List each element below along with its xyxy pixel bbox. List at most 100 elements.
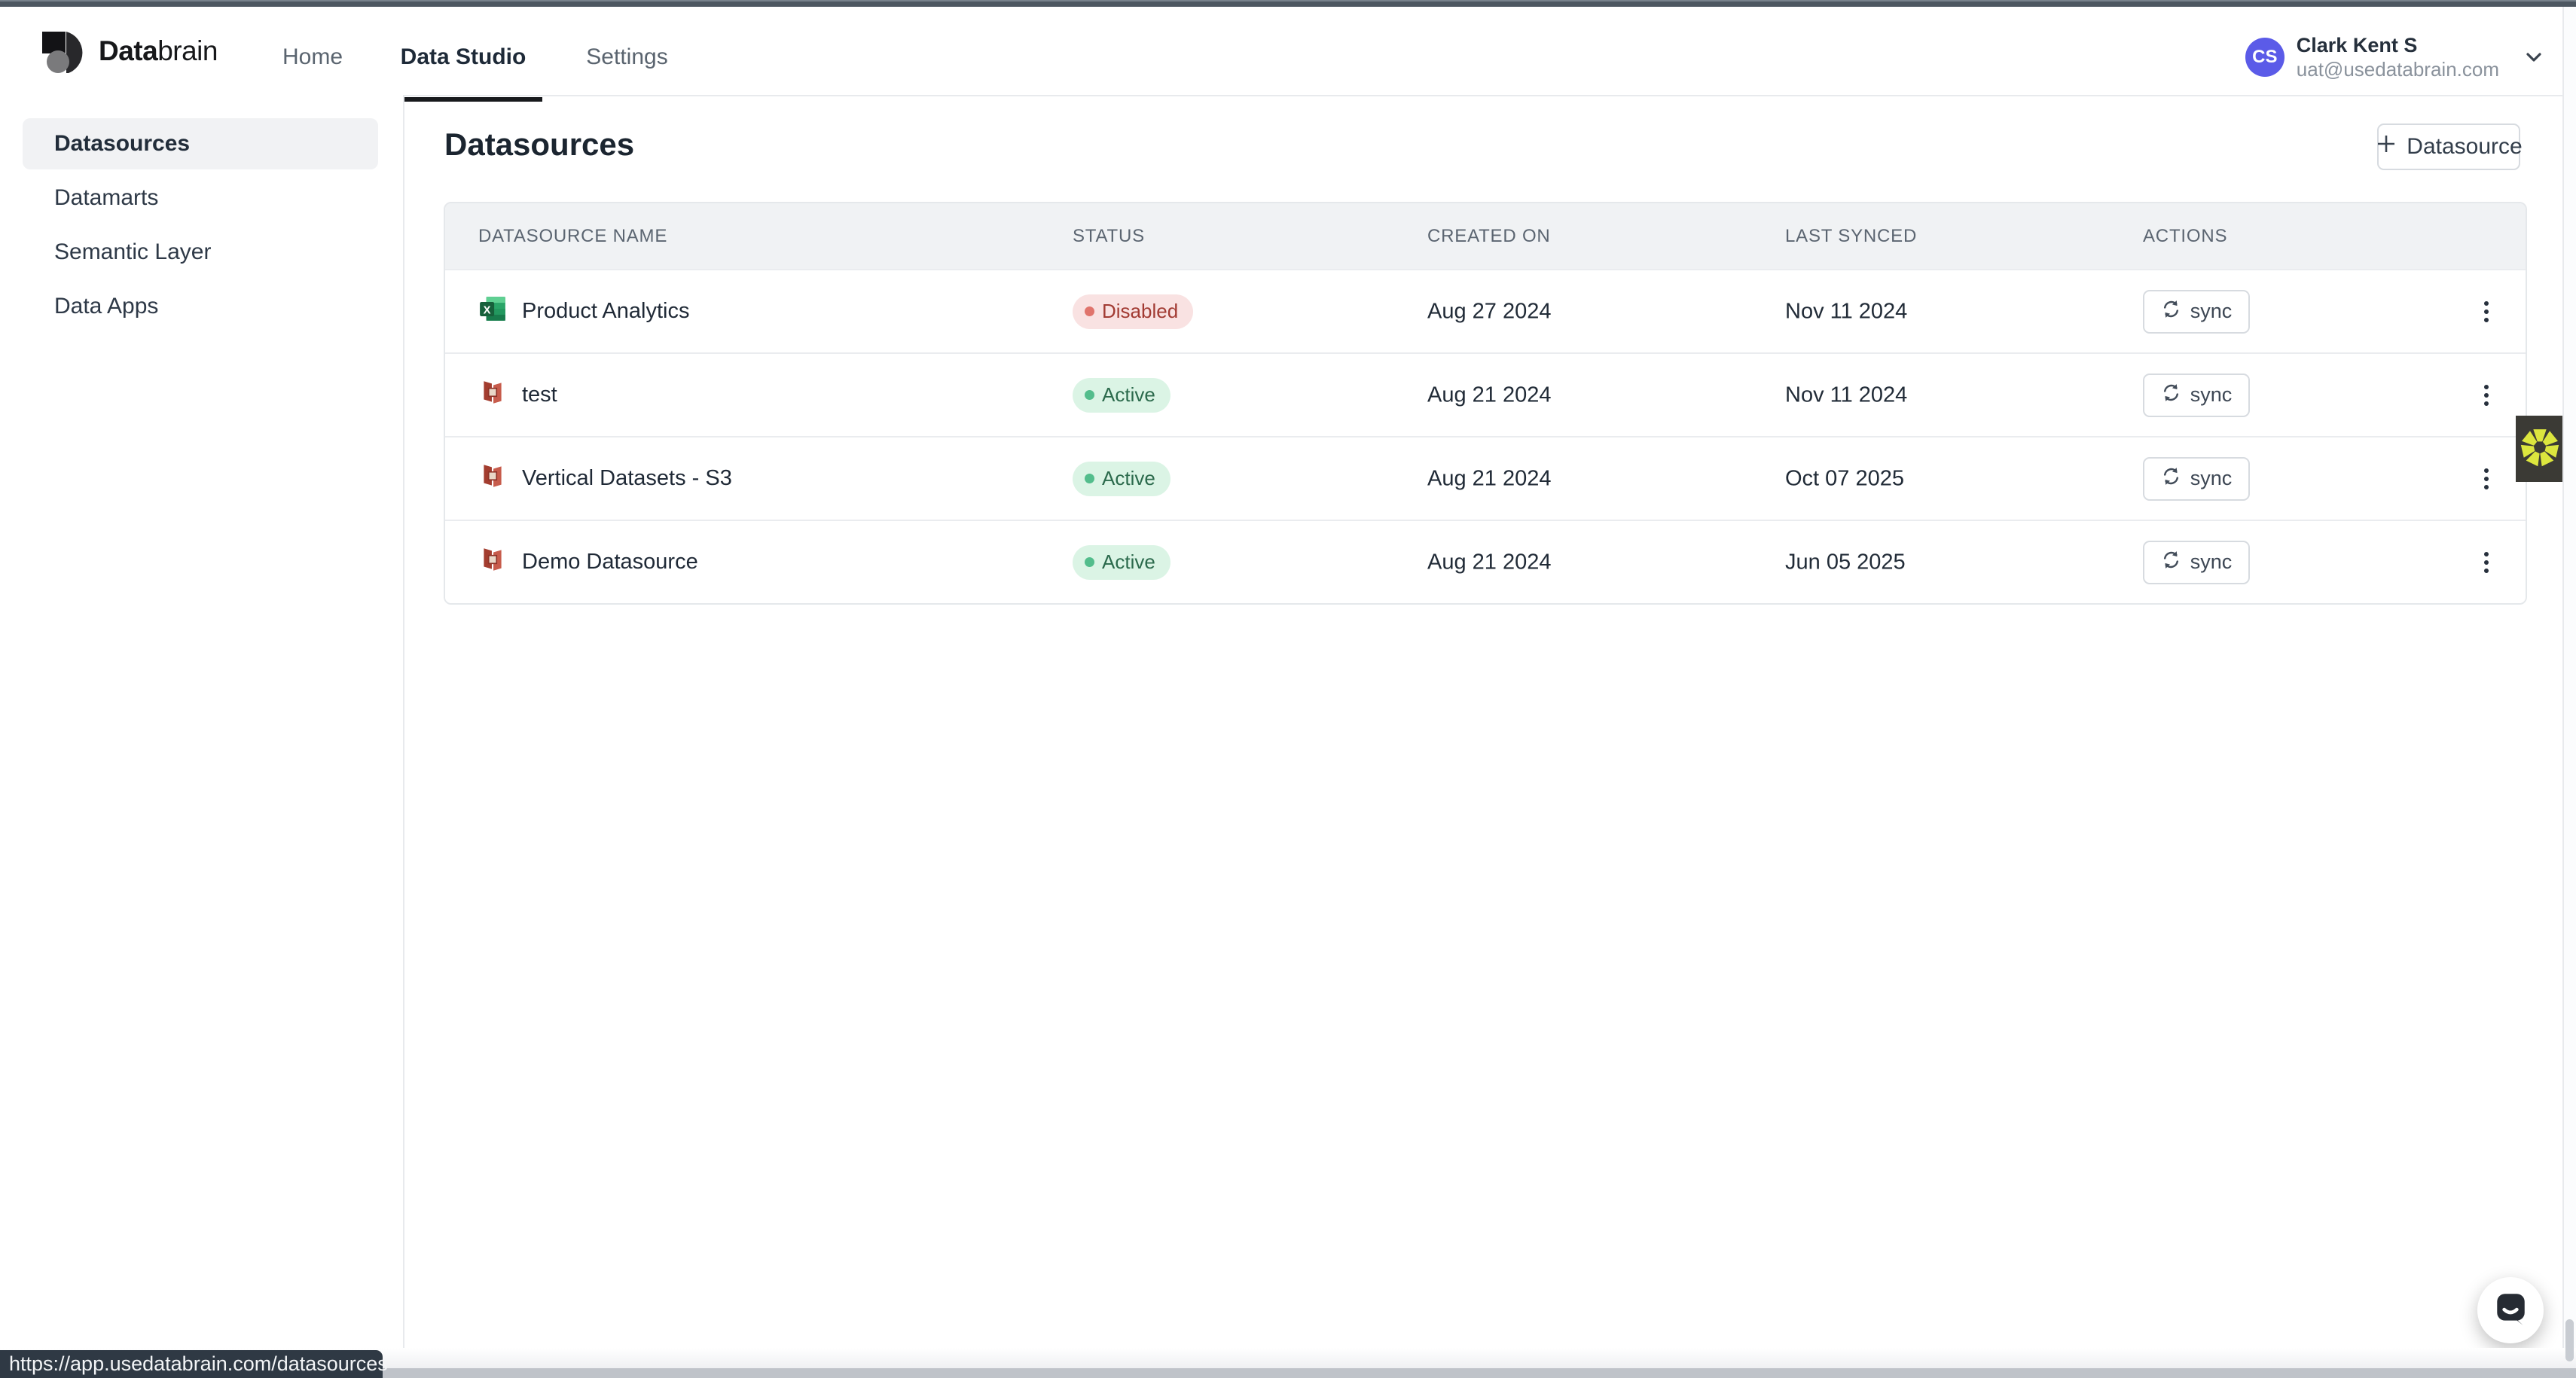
column-header-created: CREATED ON [1427, 226, 1551, 247]
status-label: Active [1102, 467, 1155, 490]
status-dot [1085, 474, 1094, 483]
column-header-synced: LAST SYNCED [1785, 226, 1917, 247]
datasource-name: Demo Datasource [522, 550, 698, 575]
nav-tab-data-studio[interactable]: Data Studio [392, 14, 535, 100]
sync-refresh-icon [2161, 299, 2181, 325]
status-badge: Disabled [1073, 294, 1193, 329]
page-title: Datasources [444, 127, 634, 163]
status-cell: Active [1073, 462, 1170, 496]
column-header-name: DATASOURCE NAME [478, 226, 667, 247]
vertical-scrollbar-thumb[interactable] [2565, 1319, 2574, 1361]
vertical-scrollbar-track [2562, 7, 2576, 1348]
chevron-down-icon[interactable] [2522, 45, 2546, 69]
table-row[interactable]: X Vertical Datasets - S3 Active [445, 436, 2526, 520]
column-header-status: STATUS [1073, 226, 1145, 247]
sync-button[interactable]: sync [2143, 373, 2250, 417]
datasource-name: Vertical Datasets - S3 [522, 466, 732, 491]
row-menu-kebab-icon[interactable] [2470, 373, 2503, 418]
table-body: X Product Analytics Disabled [445, 269, 2526, 603]
databrain-logo-icon [41, 26, 88, 77]
status-dot [1085, 390, 1094, 400]
brand-logo-link[interactable]: Databrain [41, 28, 222, 75]
table-row[interactable]: X test Active Aug 21 2024 [445, 352, 2526, 436]
sidebar-item-data-apps[interactable]: Data Apps [23, 281, 378, 332]
app-window: Databrain Home Data Studio Settings CS C… [0, 0, 2576, 1378]
status-badge: Active [1073, 462, 1170, 496]
row-menu-kebab-icon[interactable] [2470, 289, 2503, 334]
user-menu[interactable]: CS Clark Kent S uat@usedatabrain.com [2245, 31, 2546, 84]
excel-icon: X [478, 294, 507, 329]
sidebar-item-datasources[interactable]: Datasources [23, 118, 378, 169]
user-email: uat@usedatabrain.com [2297, 58, 2499, 81]
table-header-row: DATASOURCE NAME STATUS CREATED ON LAST S… [445, 203, 2526, 269]
sync-button-label: sync [2190, 467, 2233, 490]
nav-tab-home[interactable]: Home [267, 14, 358, 100]
created-on-cell: Aug 21 2024 [1427, 383, 1551, 407]
brand-wordmark: Databrain [99, 35, 218, 67]
user-name: Clark Kent S [2297, 33, 2499, 57]
avatar: CS [2245, 38, 2285, 77]
svg-text:X: X [484, 304, 491, 316]
sync-button[interactable]: sync [2143, 290, 2250, 334]
sync-action-cell: sync [2143, 457, 2250, 501]
status-label: Active [1102, 383, 1155, 407]
sync-action-cell: sync [2143, 290, 2250, 334]
status-cell: Active [1073, 545, 1170, 580]
last-synced-cell: Nov 11 2024 [1785, 299, 1907, 324]
sync-refresh-icon [2161, 383, 2181, 408]
created-on-cell: Aug 21 2024 [1427, 466, 1551, 491]
plus-icon [2375, 133, 2397, 161]
status-label: Active [1102, 550, 1155, 574]
row-menu-kebab-icon[interactable] [2470, 456, 2503, 502]
sync-button-label: sync [2190, 300, 2233, 323]
last-synced-cell: Jun 05 2025 [1785, 550, 1906, 575]
sync-refresh-icon [2161, 550, 2181, 575]
redshift-icon [478, 462, 507, 496]
redshift-icon [478, 545, 507, 580]
last-synced-cell: Nov 11 2024 [1785, 383, 1907, 407]
sidebar: Datasources Datamarts Semantic Layer Dat… [0, 95, 404, 1378]
sync-refresh-icon [2161, 466, 2181, 492]
link-target-statusbar: https://app.usedatabrain.com/datasources [0, 1350, 383, 1378]
chat-launcher-button[interactable] [2477, 1277, 2544, 1343]
datasource-name-cell: X test [478, 378, 557, 413]
created-on-cell: Aug 27 2024 [1427, 299, 1551, 324]
chat-bubble-icon [2492, 1290, 2529, 1331]
status-badge: Active [1073, 545, 1170, 580]
sync-button[interactable]: sync [2143, 457, 2250, 501]
status-cell: Disabled [1073, 294, 1193, 329]
app-header: Databrain Home Data Studio Settings CS C… [0, 7, 2576, 96]
datasources-table: DATASOURCE NAME STATUS CREATED ON LAST S… [444, 202, 2527, 605]
status-badge: Active [1073, 378, 1170, 413]
sync-button-label: sync [2190, 383, 2233, 407]
created-on-cell: Aug 21 2024 [1427, 550, 1551, 575]
datasource-name-cell: X Vertical Datasets - S3 [478, 462, 732, 496]
status-dot [1085, 306, 1094, 316]
starburst-icon [2520, 428, 2559, 471]
sidebar-item-semantic-layer[interactable]: Semantic Layer [23, 227, 378, 278]
datasource-name: test [522, 383, 557, 407]
active-tab-underline [384, 97, 542, 102]
sidebar-item-datamarts[interactable]: Datamarts [23, 172, 378, 224]
column-header-actions: ACTIONS [2143, 226, 2227, 247]
table-row[interactable]: X Product Analytics Disabled [445, 269, 2526, 352]
add-datasource-button[interactable]: Datasource [2377, 123, 2520, 170]
row-menu-kebab-icon[interactable] [2470, 540, 2503, 585]
datasource-name-cell: X Demo Datasource [478, 545, 698, 580]
status-dot [1085, 557, 1094, 567]
last-synced-cell: Oct 07 2025 [1785, 466, 1904, 491]
nav-tab-settings[interactable]: Settings [580, 14, 674, 100]
table-row[interactable]: X Demo Datasource Active Au [445, 520, 2526, 603]
status-label: Disabled [1102, 300, 1178, 323]
datasource-name: Product Analytics [522, 299, 689, 324]
datasource-name-cell: X Product Analytics [478, 294, 689, 329]
sync-action-cell: sync [2143, 541, 2250, 584]
feedback-widget-tab[interactable] [2516, 416, 2564, 482]
sync-button[interactable]: sync [2143, 541, 2250, 584]
sync-button-label: sync [2190, 550, 2233, 574]
redshift-icon [478, 378, 507, 413]
sync-action-cell: sync [2143, 373, 2250, 417]
browser-top-strip [0, 0, 2576, 7]
add-datasource-label: Datasource [2407, 134, 2522, 160]
status-cell: Active [1073, 378, 1170, 413]
